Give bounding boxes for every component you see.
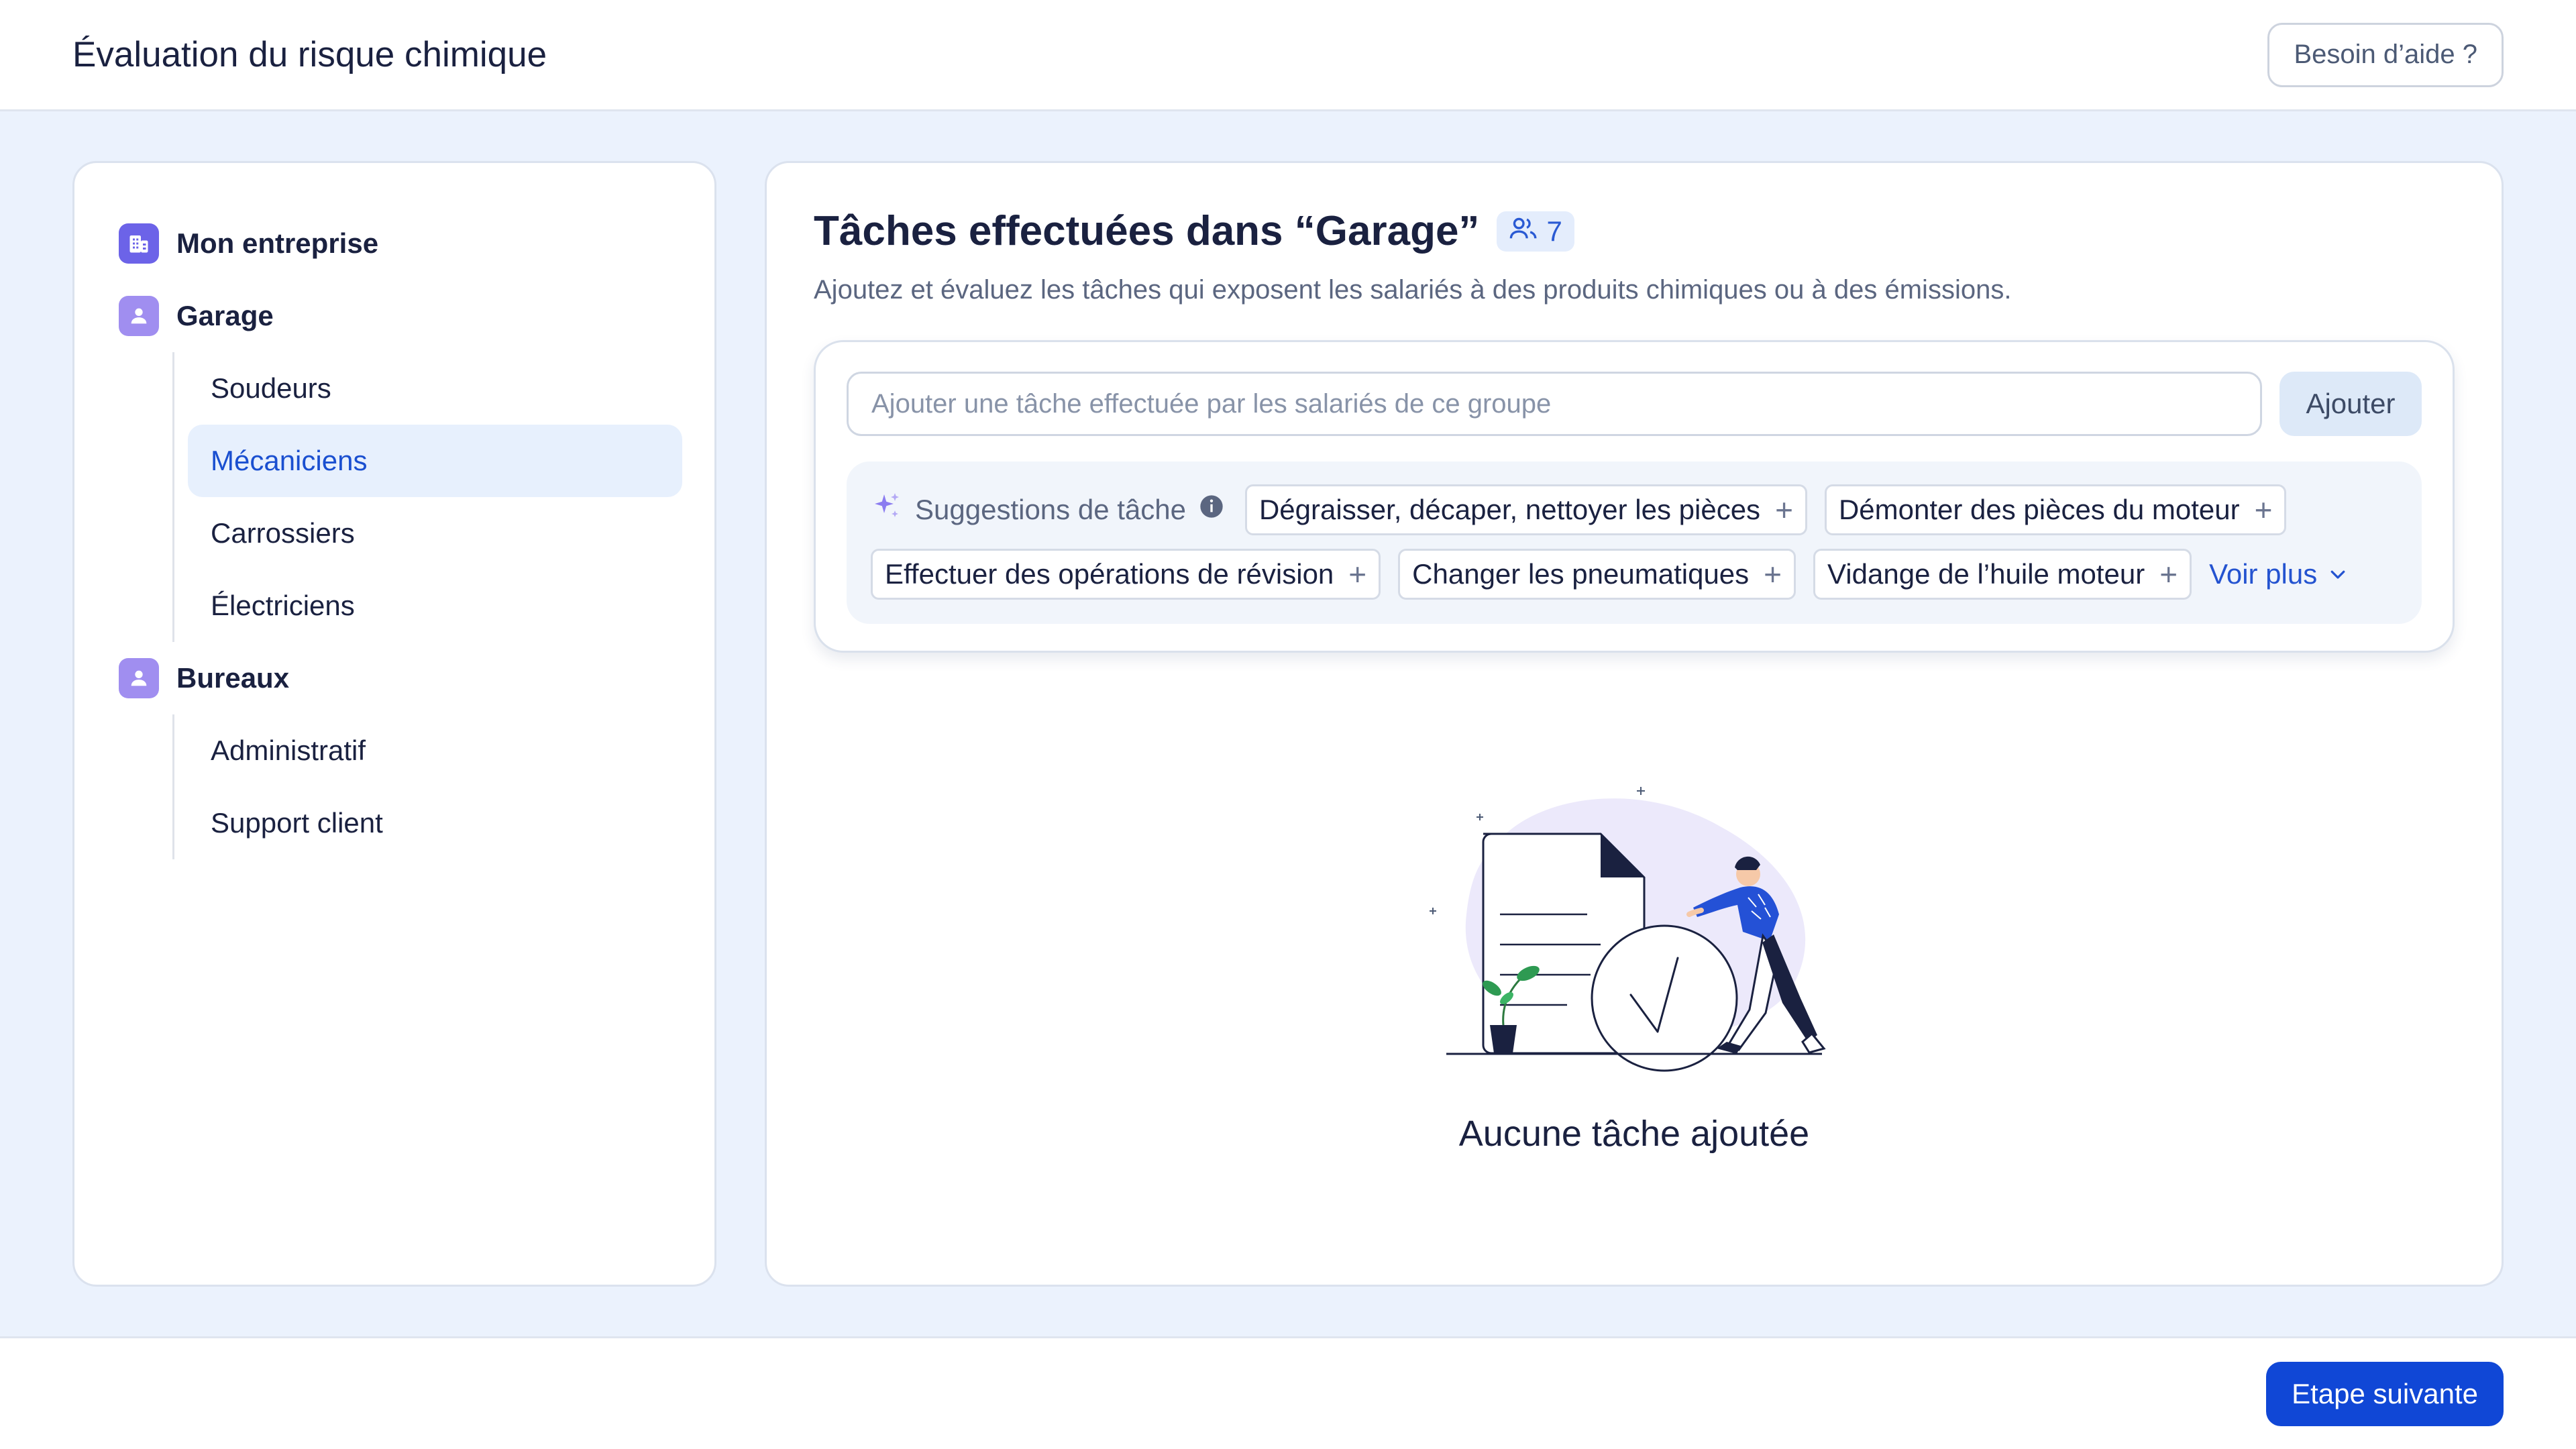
sidebar-item-label: Bureaux — [176, 662, 290, 694]
show-more-link[interactable]: Voir plus — [2209, 558, 2348, 590]
plus-icon: + — [1348, 557, 1367, 592]
sidebar-sublist: Soudeurs Mécaniciens Carrossiers Électri… — [172, 352, 682, 642]
plus-icon: + — [2254, 492, 2273, 527]
sidebar-item-mecaniciens[interactable]: Mécaniciens — [188, 425, 682, 497]
suggestions-label-text: Suggestions de tâche — [915, 494, 1186, 525]
suggestion-chip[interactable]: Démonter des pièces du moteur + — [1824, 484, 2287, 535]
page-title: Évaluation du risque chimique — [72, 35, 547, 74]
sidebar-sublist: Administratif Support client — [172, 714, 682, 859]
sidebar-item-company[interactable]: Mon entreprise — [107, 207, 682, 280]
sidebar-item-support-client[interactable]: Support client — [188, 787, 682, 859]
help-button[interactable]: Besoin d’aide ? — [2267, 22, 2504, 87]
sidebar: Mon entreprise Garage Soudeurs Mécanicie… — [72, 161, 716, 1287]
users-icon — [1509, 215, 1538, 248]
title-row: Tâches effectuées dans “Garage” 7 — [814, 207, 2455, 255]
section-subtitle: Ajoutez et évaluez les tâches qui expose… — [814, 275, 2012, 305]
show-more-label: Voir plus — [2209, 558, 2318, 590]
sparkles-icon — [871, 490, 903, 529]
empty-state: Aucune tâche ajoutée — [767, 767, 2502, 1155]
task-input-row: Ajouter — [847, 372, 2422, 436]
suggestions-panel: Suggestions de tâche Dégraisser, décaper… — [847, 462, 2422, 624]
footer-bar: Etape suivante — [0, 1336, 2576, 1449]
next-step-button[interactable]: Etape suivante — [2266, 1361, 2504, 1426]
suggestions-row-2: Effectuer des opérations de révision + C… — [871, 549, 2398, 600]
user-icon — [119, 658, 159, 698]
plus-icon: + — [1764, 557, 1782, 592]
suggestions-label: Suggestions de tâche — [871, 490, 1225, 529]
employee-count: 7 — [1546, 215, 1562, 247]
user-icon — [119, 296, 159, 336]
top-bar: Évaluation du risque chimique Besoin d’a… — [0, 0, 2576, 111]
empty-state-text: Aucune tâche ajoutée — [1458, 1114, 1810, 1154]
suggestion-chip[interactable]: Dégraisser, décaper, nettoyer les pièces… — [1244, 484, 1807, 535]
plus-icon: + — [1775, 492, 1793, 527]
suggestion-chip-label: Vidange de l’huile moteur — [1827, 558, 2145, 590]
sidebar-item-label: Garage — [176, 300, 274, 331]
suggestion-chip[interactable]: Changer les pneumatiques + — [1398, 549, 1796, 600]
sidebar-item-electriciens[interactable]: Électriciens — [188, 570, 682, 642]
sidebar-item-soudeurs[interactable]: Soudeurs — [188, 352, 682, 425]
sidebar-group-garage: Garage Soudeurs Mécaniciens Carrossiers … — [107, 280, 682, 642]
task-entry-card: Ajouter Suggestions de tâche — [814, 340, 2455, 653]
empty-state-illustration — [1430, 787, 1826, 1072]
sidebar-group-bureaux: Bureaux Administratif Support client — [107, 642, 682, 859]
sidebar-item-label: Mon entreprise — [176, 227, 379, 259]
suggestion-chip-label: Démonter des pièces du moteur — [1838, 494, 2240, 525]
add-task-button[interactable]: Ajouter — [2279, 372, 2422, 436]
suggestion-chip[interactable]: Vidange de l’huile moteur + — [1813, 549, 2192, 600]
suggestions-row-1: Suggestions de tâche Dégraisser, décaper… — [871, 484, 2398, 535]
employee-count-badge: 7 — [1497, 211, 1574, 252]
task-input[interactable] — [847, 372, 2262, 436]
plus-icon: + — [2159, 557, 2178, 592]
sidebar-item-carrossiers[interactable]: Carrossiers — [188, 497, 682, 570]
section-title: Tâches effectuées dans “Garage” — [814, 208, 1480, 254]
main-panel: Tâches effectuées dans “Garage” 7 Ajoute… — [765, 161, 2504, 1287]
suggestion-chip[interactable]: Effectuer des opérations de révision + — [871, 549, 1381, 600]
chevron-down-icon — [2330, 570, 2345, 579]
building-icon — [119, 223, 159, 264]
suggestion-chip-label: Dégraisser, décaper, nettoyer les pièces — [1258, 494, 1761, 525]
suggestion-chip-label: Effectuer des opérations de révision — [885, 558, 1334, 590]
suggestion-chip-label: Changer les pneumatiques — [1412, 558, 1750, 590]
sidebar-item-bureaux[interactable]: Bureaux — [107, 642, 682, 714]
sidebar-item-garage[interactable]: Garage — [107, 280, 682, 352]
sidebar-item-administratif[interactable]: Administratif — [188, 714, 682, 787]
info-icon[interactable] — [1198, 493, 1225, 527]
